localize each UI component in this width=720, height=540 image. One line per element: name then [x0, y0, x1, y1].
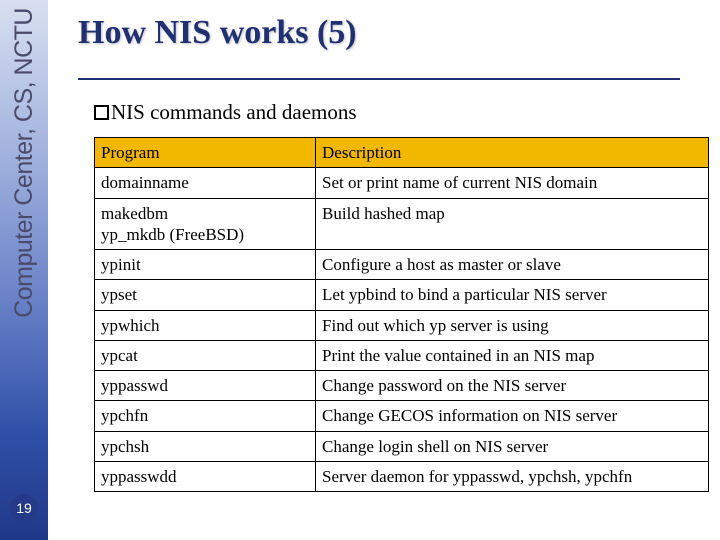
page-number: 19 [16, 500, 32, 516]
table-row: yppasswdChange password on the NIS serve… [95, 371, 709, 401]
cell-description: Build hashed map [316, 198, 709, 250]
page-number-badge: 19 [10, 494, 38, 522]
cell-description: Change GECOS information on NIS server [316, 401, 709, 431]
cell-description: Print the value contained in an NIS map [316, 340, 709, 370]
header-program: Program [95, 138, 316, 168]
table-row: makedbm yp_mkdb (FreeBSD)Build hashed ma… [95, 198, 709, 250]
cell-program: ypcat [95, 340, 316, 370]
cell-program: ypchsh [95, 431, 316, 461]
commands-table: Program Description domainnameSet or pri… [94, 137, 709, 492]
section-subtitle: NIS commands and daemons [94, 100, 680, 125]
table-row: ypwhichFind out which yp server is using [95, 310, 709, 340]
table-header-row: Program Description [95, 138, 709, 168]
page-title: How NIS works (5) [78, 14, 680, 52]
square-bullet-icon [94, 105, 109, 120]
cell-program: makedbm yp_mkdb (FreeBSD) [95, 198, 316, 250]
cell-description: Find out which yp server is using [316, 310, 709, 340]
cell-program: yppasswdd [95, 461, 316, 491]
slide-content: How NIS works (5) NIS commands and daemo… [60, 0, 720, 492]
cell-description: Let ypbind to bind a particular NIS serv… [316, 280, 709, 310]
cell-program: ypinit [95, 250, 316, 280]
title-rule [78, 78, 680, 80]
sidebar-label: Computer Center, CS, NCTU [10, 8, 39, 318]
sidebar: Computer Center, CS, NCTU [0, 0, 48, 540]
table-row: ypchfnChange GECOS information on NIS se… [95, 401, 709, 431]
header-description: Description [316, 138, 709, 168]
table-row: ypcatPrint the value contained in an NIS… [95, 340, 709, 370]
table-row: ypchshChange login shell on NIS server [95, 431, 709, 461]
cell-program: ypwhich [95, 310, 316, 340]
cell-description: Change password on the NIS server [316, 371, 709, 401]
cell-program: domainname [95, 168, 316, 198]
subtitle-text: NIS commands and daemons [111, 100, 357, 124]
cell-description: Configure a host as master or slave [316, 250, 709, 280]
table-row: yppasswddServer daemon for yppasswd, ypc… [95, 461, 709, 491]
cell-description: Set or print name of current NIS domain [316, 168, 709, 198]
table-row: ypsetLet ypbind to bind a particular NIS… [95, 280, 709, 310]
table-row: domainnameSet or print name of current N… [95, 168, 709, 198]
cell-program: yppasswd [95, 371, 316, 401]
table-row: ypinitConfigure a host as master or slav… [95, 250, 709, 280]
cell-program: ypchfn [95, 401, 316, 431]
cell-description: Server daemon for yppasswd, ypchsh, ypch… [316, 461, 709, 491]
cell-program: ypset [95, 280, 316, 310]
cell-description: Change login shell on NIS server [316, 431, 709, 461]
